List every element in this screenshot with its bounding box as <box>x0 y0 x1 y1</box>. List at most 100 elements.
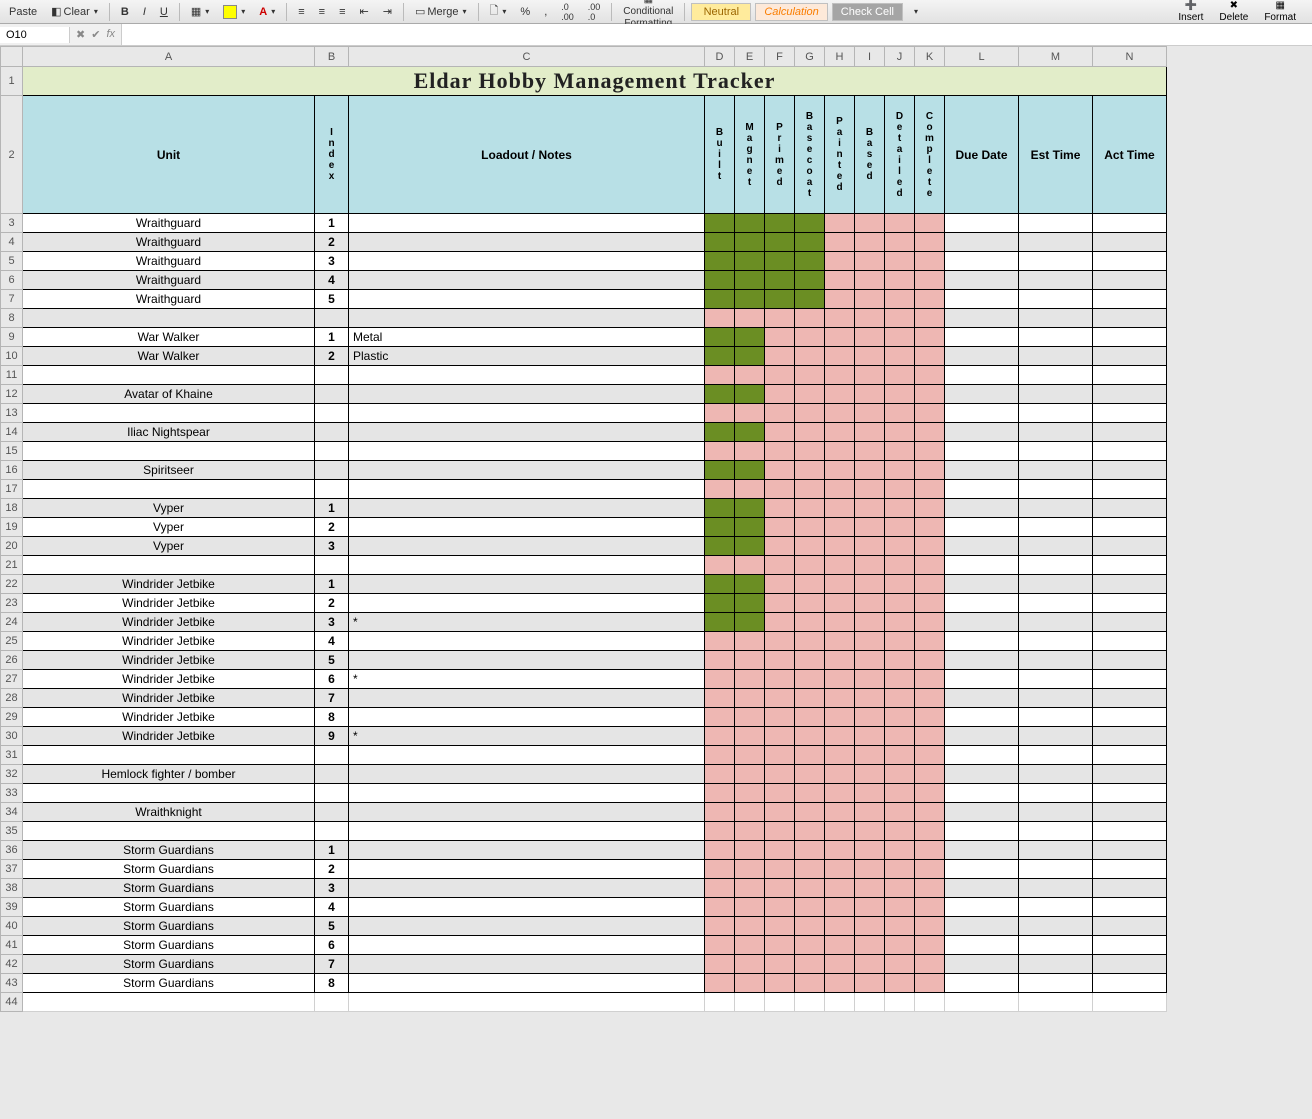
cell-due-date[interactable] <box>945 651 1019 670</box>
empty-cell[interactable] <box>795 993 825 1012</box>
cell-status[interactable] <box>825 936 855 955</box>
cell-status[interactable] <box>795 271 825 290</box>
cell-status[interactable] <box>915 537 945 556</box>
cell-status[interactable] <box>825 366 855 385</box>
cell-status[interactable] <box>915 746 945 765</box>
cell-notes[interactable] <box>349 385 705 404</box>
cell-status[interactable] <box>855 670 885 689</box>
cell-due-date[interactable] <box>945 309 1019 328</box>
cell-status[interactable] <box>885 328 915 347</box>
cell-status[interactable] <box>825 594 855 613</box>
cell-status[interactable] <box>885 271 915 290</box>
cell-due-date[interactable] <box>945 594 1019 613</box>
cell-status[interactable] <box>855 328 885 347</box>
cell-due-date[interactable] <box>945 879 1019 898</box>
header-status[interactable]: Painted <box>825 96 855 214</box>
cell-status[interactable] <box>915 917 945 936</box>
cell-notes[interactable] <box>349 955 705 974</box>
cell-status[interactable] <box>885 879 915 898</box>
cell-status[interactable] <box>855 651 885 670</box>
cell-status[interactable] <box>915 271 945 290</box>
cell-est-time[interactable] <box>1019 632 1093 651</box>
cell-due-date[interactable] <box>945 803 1019 822</box>
cell-index[interactable]: 2 <box>315 594 349 613</box>
cell-status[interactable] <box>825 898 855 917</box>
cell-status[interactable] <box>915 841 945 860</box>
cell-status[interactable] <box>825 955 855 974</box>
cell-due-date[interactable] <box>945 860 1019 879</box>
cell-status[interactable] <box>915 518 945 537</box>
cell-act-time[interactable] <box>1093 841 1167 860</box>
cell-notes[interactable] <box>349 841 705 860</box>
cell-status[interactable] <box>825 499 855 518</box>
cell-act-time[interactable] <box>1093 499 1167 518</box>
italic-button[interactable]: I <box>138 4 151 20</box>
cell-act-time[interactable] <box>1093 651 1167 670</box>
cell-status[interactable] <box>885 347 915 366</box>
empty-cell[interactable] <box>885 993 915 1012</box>
cell-status[interactable] <box>765 746 795 765</box>
cell-status[interactable] <box>735 328 765 347</box>
col-header[interactable]: G <box>795 47 825 67</box>
cell-est-time[interactable] <box>1019 746 1093 765</box>
cell-act-time[interactable] <box>1093 461 1167 480</box>
cell-est-time[interactable] <box>1019 233 1093 252</box>
cell-due-date[interactable] <box>945 271 1019 290</box>
cell-index[interactable]: 3 <box>315 252 349 271</box>
cell-status[interactable] <box>795 233 825 252</box>
percent-button[interactable]: % <box>515 4 535 20</box>
cell-est-time[interactable] <box>1019 347 1093 366</box>
col-header[interactable]: D <box>705 47 735 67</box>
cell-status[interactable] <box>735 936 765 955</box>
cell-status[interactable] <box>735 917 765 936</box>
cell-act-time[interactable] <box>1093 328 1167 347</box>
fill-color-button[interactable]: ▾ <box>218 3 250 21</box>
cell-status[interactable] <box>885 518 915 537</box>
cell-due-date[interactable] <box>945 480 1019 499</box>
cell-status[interactable] <box>885 290 915 309</box>
cell-est-time[interactable] <box>1019 309 1093 328</box>
cell-act-time[interactable] <box>1093 746 1167 765</box>
cell-due-date[interactable] <box>945 328 1019 347</box>
cell-status[interactable] <box>855 613 885 632</box>
cell-act-time[interactable] <box>1093 271 1167 290</box>
cell-style-neutral[interactable]: Neutral <box>691 3 751 21</box>
cell-status[interactable] <box>735 214 765 233</box>
cell-notes[interactable] <box>349 252 705 271</box>
row-header[interactable]: 25 <box>1 632 23 651</box>
cell-status[interactable] <box>705 784 735 803</box>
cell-status[interactable] <box>705 955 735 974</box>
cell-status[interactable] <box>765 955 795 974</box>
cell-est-time[interactable] <box>1019 366 1093 385</box>
cell-status[interactable] <box>915 347 945 366</box>
cell-status[interactable] <box>795 328 825 347</box>
cell-status[interactable] <box>915 594 945 613</box>
increase-decimal-button[interactable]: .0.00 <box>556 0 579 24</box>
cell-index[interactable]: 4 <box>315 898 349 917</box>
cell-est-time[interactable] <box>1019 936 1093 955</box>
row-header[interactable]: 16 <box>1 461 23 480</box>
cell-index[interactable] <box>315 803 349 822</box>
cell-due-date[interactable] <box>945 404 1019 423</box>
row-header[interactable]: 32 <box>1 765 23 784</box>
cell-index[interactable] <box>315 404 349 423</box>
cell-notes[interactable] <box>349 214 705 233</box>
accept-formula-icon[interactable]: ✔ <box>91 28 100 41</box>
cell-status[interactable] <box>735 765 765 784</box>
cell-status[interactable] <box>705 974 735 993</box>
cell-status[interactable] <box>795 803 825 822</box>
row-header[interactable]: 21 <box>1 556 23 575</box>
row-header[interactable]: 39 <box>1 898 23 917</box>
cell-status[interactable] <box>915 366 945 385</box>
cell-index[interactable]: 1 <box>315 841 349 860</box>
cell-status[interactable] <box>705 423 735 442</box>
cell-index[interactable] <box>315 366 349 385</box>
cell-status[interactable] <box>855 404 885 423</box>
header-status[interactable]: Based <box>855 96 885 214</box>
col-header[interactable]: C <box>349 47 705 67</box>
cell-due-date[interactable] <box>945 784 1019 803</box>
cell-status[interactable] <box>885 765 915 784</box>
cell-status[interactable] <box>795 936 825 955</box>
cell-status[interactable] <box>735 613 765 632</box>
col-header[interactable]: L <box>945 47 1019 67</box>
